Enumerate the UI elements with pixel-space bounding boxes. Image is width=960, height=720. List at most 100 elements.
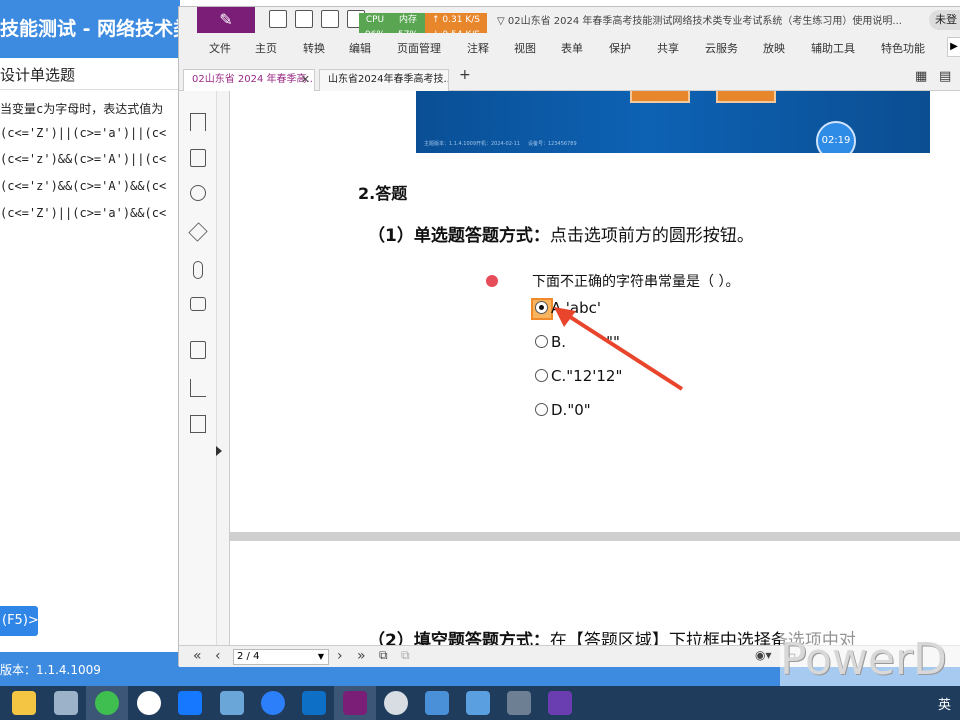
grid-view-icon[interactable]: ▦ bbox=[915, 69, 927, 84]
mem-label: 内存 bbox=[391, 13, 425, 28]
menu-page-manage[interactable]: 页面管理 bbox=[397, 40, 441, 56]
view-mode-icon[interactable]: ◉▾ bbox=[755, 648, 772, 662]
menu-features[interactable]: 特色功能 bbox=[881, 40, 925, 56]
outlook-icon[interactable] bbox=[302, 691, 326, 715]
bookmark-icon[interactable] bbox=[190, 113, 206, 131]
open-folder-icon[interactable] bbox=[269, 10, 287, 28]
menu-tools[interactable]: 辅助工具 bbox=[811, 40, 855, 56]
banner-text: 开机：2024-02-11 bbox=[476, 141, 521, 147]
compare-icon[interactable] bbox=[190, 415, 206, 433]
last-page-icon[interactable]: » bbox=[357, 648, 366, 664]
banner-decoration bbox=[716, 91, 776, 103]
banner-decoration bbox=[630, 91, 690, 103]
next-page-icon[interactable]: › bbox=[337, 648, 343, 664]
radio-icon[interactable] bbox=[535, 335, 548, 348]
remote-desktop-icon[interactable] bbox=[425, 691, 449, 715]
menu-bar: 文件 主页 转换 编辑 页面管理 注释 视图 表单 保护 共享 云服务 放映 辅… bbox=[179, 33, 960, 61]
option-letter: D. bbox=[551, 401, 568, 419]
prev-page-icon[interactable]: ‹ bbox=[215, 648, 221, 664]
baidu-netdisk-icon[interactable] bbox=[261, 691, 285, 715]
watermark-text: PowerD bbox=[780, 632, 960, 688]
paste-page-icon[interactable]: ⧉ bbox=[401, 648, 410, 663]
document-viewport[interactable]: 主题版本：1.1.4.1009 开机：2024-02-11 设备号：123456… bbox=[229, 91, 960, 651]
qq-icon[interactable] bbox=[137, 691, 161, 715]
computer-icon[interactable] bbox=[54, 691, 78, 715]
app-logo-icon[interactable]: ✎ bbox=[197, 7, 255, 33]
wechat-icon[interactable] bbox=[95, 691, 119, 715]
menu-convert[interactable]: 转换 bbox=[303, 40, 325, 56]
chevron-down-icon[interactable]: ▼ bbox=[318, 650, 324, 664]
settings-gear-icon[interactable] bbox=[384, 691, 408, 715]
ime-indicator[interactable]: 英 bbox=[938, 694, 951, 713]
menu-form[interactable]: 表单 bbox=[561, 40, 583, 56]
section-heading: 2.答题 bbox=[358, 184, 408, 203]
cursor-hand-icon bbox=[486, 275, 498, 287]
menu-comment[interactable]: 注释 bbox=[467, 40, 489, 56]
menu-edit[interactable]: 编辑 bbox=[349, 40, 371, 56]
feishu-icon[interactable] bbox=[178, 691, 202, 715]
network-tool-icon[interactable] bbox=[466, 691, 490, 715]
layout-icon[interactable]: ▤ bbox=[939, 69, 951, 84]
lock-icon[interactable] bbox=[190, 297, 206, 311]
page-number-value: 2 / 4 bbox=[237, 651, 260, 662]
radio-icon[interactable] bbox=[535, 403, 548, 416]
page-number-input[interactable]: 2 / 4 ▼ bbox=[233, 649, 329, 665]
page-separator bbox=[230, 532, 960, 541]
banner-text: 设备号：123456789 bbox=[528, 141, 577, 147]
menu-more-icon[interactable]: ▶ bbox=[947, 37, 960, 57]
pdf-reader-window: ✎ CPU 内存 96% 57% ↑ 0.31 K/S ↓ 0.54 K/S ▽… bbox=[178, 6, 960, 667]
edge-icon[interactable] bbox=[220, 691, 244, 715]
first-page-icon[interactable]: « bbox=[193, 648, 202, 664]
pages-icon[interactable] bbox=[190, 149, 206, 167]
sample-option-d[interactable]: D."0" bbox=[535, 401, 591, 419]
menu-share[interactable]: 共享 bbox=[657, 40, 679, 56]
layers-icon[interactable] bbox=[188, 222, 208, 242]
foxit-reader-icon[interactable] bbox=[343, 691, 367, 715]
login-button[interactable]: 未登 bbox=[929, 10, 960, 30]
file-explorer-icon[interactable] bbox=[12, 691, 36, 715]
tab-document-1[interactable]: 02山东省 2024 年春季高... ✕ bbox=[183, 69, 315, 91]
instruction-text: 点击选项前方的圆形按钮。 bbox=[549, 226, 754, 246]
terminal-icon[interactable] bbox=[507, 691, 531, 715]
save-icon[interactable] bbox=[295, 10, 313, 28]
left-sidebar bbox=[179, 91, 222, 645]
expand-panel-icon[interactable] bbox=[216, 446, 222, 456]
sample-question-stem: 下面不正确的字符串常量是（ ）。 bbox=[532, 274, 740, 290]
radio-icon[interactable] bbox=[535, 369, 548, 382]
next-question-button[interactable]: (F5)> bbox=[0, 606, 39, 636]
comment-icon[interactable] bbox=[190, 185, 206, 201]
exam-option-line[interactable]: (c<='Z')||(c>='a')||(c< bbox=[0, 126, 180, 140]
exam-option-line[interactable]: (c<='z')&&(c>='A')&&(c< bbox=[0, 179, 180, 193]
upload-speed: ↑ 0.31 K/S bbox=[425, 13, 487, 28]
version-label: 版本：1.1.4.1009 bbox=[0, 663, 101, 677]
menu-protect[interactable]: 保护 bbox=[609, 40, 631, 56]
menu-cloud[interactable]: 云服务 bbox=[705, 40, 738, 56]
exam-header-title: 技能测试 - 网络技术类 bbox=[0, 0, 180, 58]
print-icon[interactable] bbox=[321, 10, 339, 28]
banner-text: 主题版本：1.1.4.1009 bbox=[424, 141, 477, 147]
taskbar: 英 bbox=[0, 686, 960, 720]
exam-question-stem: 当变量c为字母时，表达式值为 bbox=[0, 102, 164, 116]
exam-option-line[interactable]: (c<='z')&&(c>='A')||(c< bbox=[0, 152, 180, 166]
instruction-label: （1）单选题答题方式： bbox=[368, 226, 550, 246]
attachment-icon[interactable] bbox=[193, 261, 203, 279]
signature-icon[interactable] bbox=[190, 379, 206, 397]
menu-file[interactable]: 文件 bbox=[209, 40, 231, 56]
tab-document-2[interactable]: 山东省2024年春季高考技... bbox=[319, 69, 449, 91]
radio-selected-icon[interactable] bbox=[535, 301, 548, 314]
add-tab-icon[interactable]: + bbox=[459, 67, 471, 83]
document-icon[interactable] bbox=[190, 341, 206, 359]
copy-page-icon[interactable]: ⧉ bbox=[379, 648, 388, 663]
menu-home[interactable]: 主页 bbox=[255, 40, 277, 56]
tab-label: 02山东省 2024 年春季高... bbox=[192, 74, 315, 85]
close-icon[interactable]: ✕ bbox=[301, 70, 310, 90]
dev-tool-icon[interactable] bbox=[548, 691, 572, 715]
menu-slideshow[interactable]: 放映 bbox=[763, 40, 785, 56]
menu-view[interactable]: 视图 bbox=[514, 40, 536, 56]
tab-label: 山东省2024年春季高考技... bbox=[328, 74, 449, 85]
option-text: "0" bbox=[567, 401, 591, 419]
window-title-text: 02山东省 2024 年春季高考技能测试网络技术类专业考试系统（考生练习用）使用… bbox=[507, 16, 902, 27]
title-bar: ✎ CPU 内存 96% 57% ↑ 0.31 K/S ↓ 0.54 K/S ▽… bbox=[179, 7, 960, 43]
exam-option-line[interactable]: (c<='Z')||(c>='a')&&(c< bbox=[0, 206, 180, 220]
document-banner-image: 主题版本：1.1.4.1009 开机：2024-02-11 设备号：123456… bbox=[416, 91, 930, 153]
